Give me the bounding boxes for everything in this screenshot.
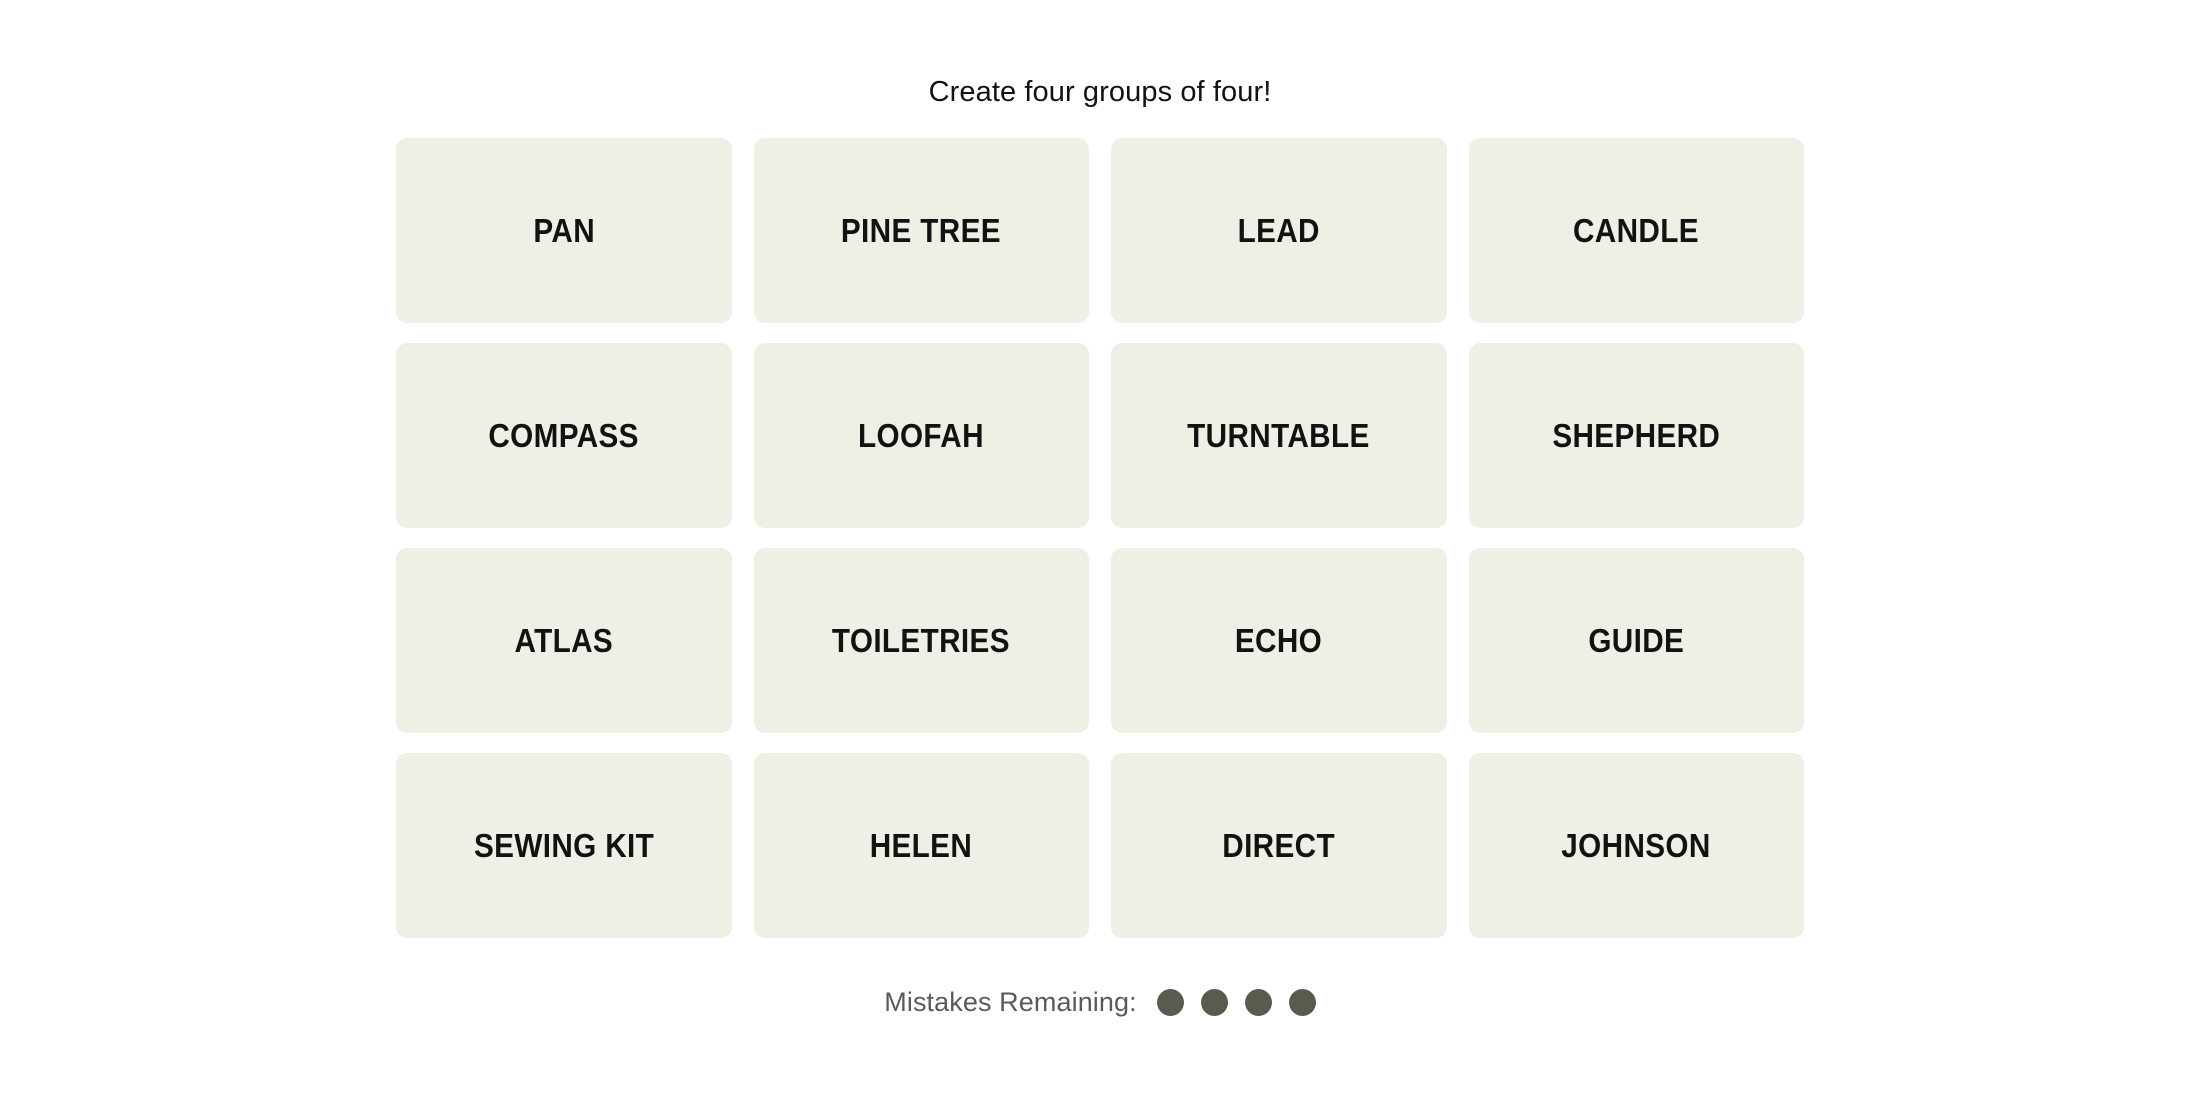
- word-tile[interactable]: LEAD: [1111, 138, 1447, 323]
- word-tile[interactable]: CANDLE: [1468, 138, 1804, 323]
- word-tile[interactable]: ECHO: [1111, 548, 1447, 733]
- word-tile[interactable]: LOOFAH: [753, 343, 1089, 528]
- mistake-bubble-3: [1244, 988, 1272, 1016]
- page-title: Create four groups of four!: [928, 76, 1272, 108]
- word-tile-label: LEAD: [1237, 211, 1320, 249]
- word-tile[interactable]: COMPASS: [396, 343, 732, 528]
- word-tile[interactable]: SEWING KIT: [396, 753, 732, 938]
- word-tile-label: ECHO: [1235, 621, 1323, 659]
- word-tile-label: ATLAS: [514, 621, 614, 659]
- word-tile[interactable]: PINE TREE: [753, 138, 1089, 323]
- mistake-bubbles: [1156, 988, 1316, 1016]
- mistakes-remaining: Mistakes Remaining:: [884, 982, 1316, 1022]
- mistake-bubble-4: [1288, 988, 1316, 1016]
- word-tile-label: GUIDE: [1588, 621, 1685, 659]
- word-tile-label: DIRECT: [1222, 826, 1336, 864]
- word-tile[interactable]: TURNTABLE: [1111, 343, 1447, 528]
- word-tile-label: SHEPHERD: [1552, 416, 1721, 454]
- word-tile-label: LOOFAH: [858, 416, 985, 454]
- mistakes-remaining-label: Mistakes Remaining:: [884, 986, 1137, 1017]
- tile-grid: PAN PINE TREE LEAD CANDLE COMPASS LOOFAH TURNT…: [396, 138, 1804, 938]
- word-tile-label: COMPASS: [488, 416, 639, 454]
- word-tile-label: CANDLE: [1573, 211, 1700, 249]
- word-tile-label: HELEN: [870, 826, 973, 864]
- word-tile[interactable]: GUIDE: [1468, 548, 1804, 733]
- mistake-bubble-2: [1200, 988, 1228, 1016]
- instruction-bar: Create four groups of four!: [0, 72, 2200, 112]
- word-tile[interactable]: PAN: [396, 138, 732, 323]
- word-tile-label: TURNTABLE: [1187, 416, 1371, 454]
- word-tile[interactable]: TOILETRIES: [753, 548, 1089, 733]
- word-tile[interactable]: ATLAS: [396, 548, 732, 733]
- word-tile-label: PAN: [532, 211, 595, 249]
- word-tile[interactable]: HELEN: [753, 753, 1089, 938]
- word-tile-label: PINE TREE: [841, 211, 1002, 249]
- mistake-bubble-1: [1156, 988, 1184, 1016]
- word-tile-label: SEWING KIT: [473, 826, 654, 864]
- word-tile-label: JOHNSON: [1561, 826, 1711, 864]
- word-tile[interactable]: SHEPHERD: [1468, 343, 1804, 528]
- word-tile[interactable]: JOHNSON: [1468, 753, 1804, 938]
- connections-game: Create four groups of four! PAN PINE TREE…: [0, 0, 2200, 1100]
- word-tile-label: TOILETRIES: [832, 621, 1011, 659]
- word-tile[interactable]: DIRECT: [1111, 753, 1447, 938]
